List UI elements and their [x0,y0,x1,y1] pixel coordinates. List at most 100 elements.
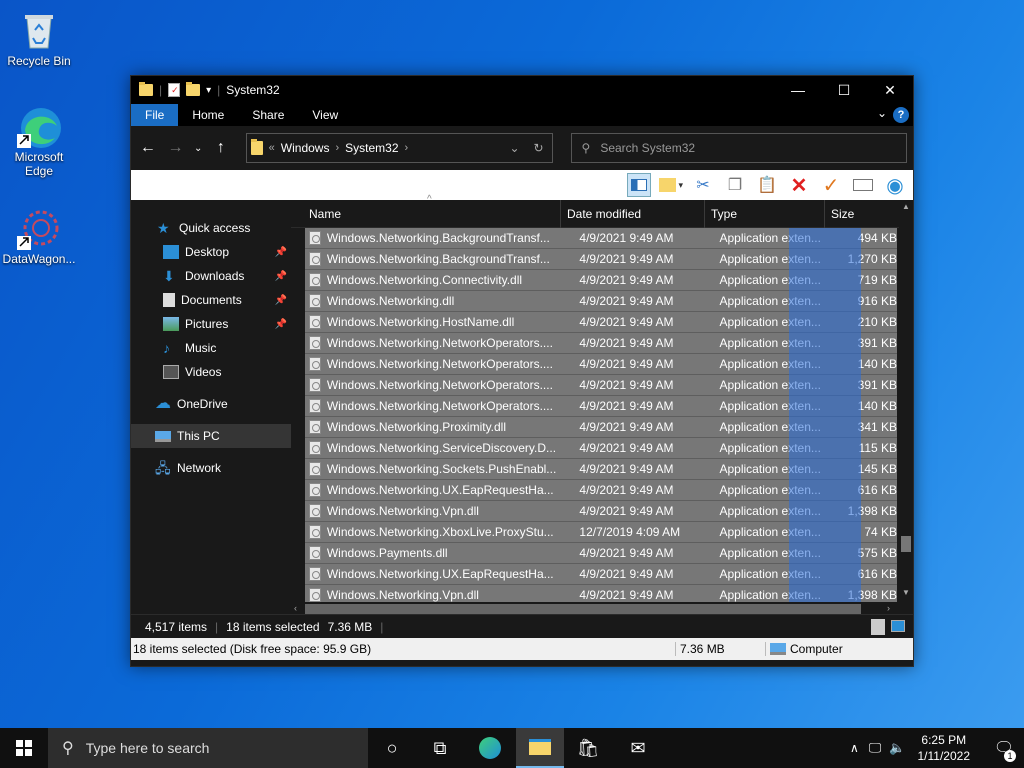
rename-icon[interactable] [851,173,875,197]
vertical-scrollbar[interactable]: ▲ ▼ [899,200,913,602]
table-row[interactable]: Windows.Networking.Sockets.PushEnabl... 4… [305,459,897,480]
desktop-icon-edge[interactable]: Microsoft Edge [1,104,77,178]
refresh-icon[interactable]: ↻ [533,141,543,155]
quick-access-toolbar: | ✓ ▾ | [131,82,220,97]
table-row[interactable]: Windows.Networking.NetworkOperators.... 4… [305,354,897,375]
properties-icon[interactable]: ✓ [168,83,181,97]
table-row[interactable]: Windows.Networking.Connectivity.dll 4/9/2… [305,270,897,291]
nav-label: Videos [185,365,222,379]
nav-item-network[interactable]: 🖧 Network [131,456,291,480]
up-button[interactable]: ↑ [210,139,232,157]
copy-icon[interactable]: ❐ [723,173,747,197]
close-button[interactable]: ✕ [867,76,913,104]
table-row[interactable]: Windows.Networking.HostName.dll 4/9/2021 … [305,312,897,333]
cut-icon[interactable]: ✂ [691,173,715,197]
task-view-icon[interactable]: ⧉ [416,728,464,768]
command-toolbar: ▾ ✂ ❐ 📋 ✕ ✓ ◉ [131,170,913,200]
delete-icon[interactable]: ✕ [787,173,811,197]
large-icons-view-icon[interactable] [891,620,905,632]
desktop-icon-datawagon[interactable]: DataWagon... [1,206,77,266]
scrollbar-thumb[interactable] [901,536,911,552]
file-icon [309,462,321,476]
table-row[interactable]: Windows.Networking.UX.EapRequestHa... 4/9… [305,564,897,585]
nav-item-pictures[interactable]: Pictures 📌 [131,312,291,336]
tab-view[interactable]: View [298,104,352,126]
edge-taskbar-icon[interactable] [466,728,514,768]
breadcrumb-windows[interactable]: Windows [281,141,330,155]
breadcrumb-separator[interactable]: › [405,142,409,154]
tab-home[interactable]: Home [178,104,238,126]
column-size[interactable]: Size [825,200,895,228]
table-row[interactable]: Windows.Networking.NetworkOperators.... 4… [305,396,897,417]
paste-icon[interactable]: 📋 [755,173,779,197]
file-name: Windows.Networking.NetworkOperators.... [326,336,553,350]
nav-label: Music [185,341,217,355]
mail-icon[interactable]: ✉ [614,728,662,768]
overflow-chevron[interactable]: « [269,142,275,154]
recent-locations-icon[interactable]: ⌄ [192,143,204,154]
notification-center-icon[interactable]: 🗨 1 [984,728,1024,768]
new-folder-menu-icon[interactable]: ▾ [659,173,683,197]
table-row[interactable]: Windows.Networking.XboxLive.ProxyStu... 1… [305,522,897,543]
file-explorer-taskbar-icon[interactable] [516,728,564,768]
nav-item-desktop[interactable]: Desktop 📌 [131,240,291,264]
nav-item-videos[interactable]: Videos [131,360,291,384]
table-row[interactable]: Windows.Networking.BackgroundTransf... 4/… [305,228,897,249]
network-tray-icon[interactable]: 🖵 [869,740,882,756]
preview-pane-icon[interactable] [627,173,651,197]
nav-item-documents[interactable]: Documents 📌 [131,288,291,312]
column-name[interactable]: Name [291,199,561,228]
clock[interactable]: 6:25 PM 1/11/2022 [918,732,971,764]
start-button[interactable] [0,728,48,768]
column-date-modified[interactable]: Date modified [561,199,705,228]
breadcrumb-system32[interactable]: System32 [345,141,398,155]
details-bar: 18 items selected (Disk free space: 95.9… [131,638,913,660]
new-folder-icon[interactable] [186,82,201,96]
details-view-icon[interactable] [871,619,885,635]
expand-ribbon-icon[interactable]: ⌄ [877,106,887,120]
show-hidden-icons[interactable]: ∧ [850,741,859,755]
sort-arrow-icon: ^ [427,194,432,205]
nav-item-downloads[interactable]: ⬇ Downloads 📌 [131,264,291,288]
store-icon[interactable]: 🛍 [564,728,612,768]
nav-item-this-pc[interactable]: This PC [131,424,291,448]
folder-icon [139,82,153,96]
nav-item-onedrive[interactable]: ☁ OneDrive [131,392,291,416]
separator: | [159,83,163,97]
checkmark-icon[interactable]: ✓ [819,173,843,197]
column-type[interactable]: Type [705,199,825,228]
table-row[interactable]: Windows.Networking.Vpn.dll 4/9/2021 9:49 … [305,585,897,602]
help-icon[interactable]: ? [893,107,909,123]
nav-label: Network [177,461,222,475]
breadcrumb-separator[interactable]: › [335,142,339,154]
address-bar[interactable]: « Windows › System32 › ⌄ ↻ [245,133,553,163]
taskbar-search[interactable]: ⚲ Type here to search [48,728,368,768]
nav-item-quick-access[interactable]: ★ Quick access [131,216,291,240]
table-row[interactable]: Windows.Networking.Proximity.dll 4/9/2021… [305,417,897,438]
globe-icon[interactable]: ◉ [883,173,907,197]
nav-item-music[interactable]: ♪ Music [131,336,291,360]
volume-icon[interactable]: 🔈 [889,740,905,756]
minimize-button[interactable]: — [775,76,821,104]
table-row[interactable]: Windows.Networking.BackgroundTransf... 4/… [305,249,897,270]
table-row[interactable]: Windows.Networking.NetworkOperators.... 4… [305,375,897,396]
customize-toolbar-icon[interactable]: ▾ [206,85,211,96]
maximize-button[interactable]: ☐ [821,76,867,104]
search-box[interactable]: ⚲ Search System32 [570,133,907,163]
tab-share[interactable]: Share [238,104,298,126]
table-row[interactable]: Windows.Payments.dll 4/9/2021 9:49 AM Appl… [305,543,897,564]
scrollbar-thumb[interactable] [305,604,861,614]
table-row[interactable]: Windows.Networking.UX.EapRequestHa... 4/9… [305,480,897,501]
file-size: 916 KB [857,294,897,308]
forward-button[interactable]: → [165,139,187,157]
table-row[interactable]: Windows.Networking.ServiceDiscovery.D...… [305,438,897,459]
cortana-icon[interactable]: ○ [368,728,416,768]
table-row[interactable]: Windows.Networking.dll 4/9/2021 9:49 AM Ap… [305,291,897,312]
table-row[interactable]: Windows.Networking.NetworkOperators.... 4… [305,333,897,354]
table-row[interactable]: Windows.Networking.Vpn.dll 4/9/2021 9:49 … [305,501,897,522]
back-button[interactable]: ← [137,139,159,157]
address-dropdown-icon[interactable]: ⌄ [509,141,519,155]
tab-file[interactable]: File [131,104,179,126]
file-type: Application exten... [719,483,821,497]
desktop-icon-recycle-bin[interactable]: Recycle Bin [1,8,77,68]
